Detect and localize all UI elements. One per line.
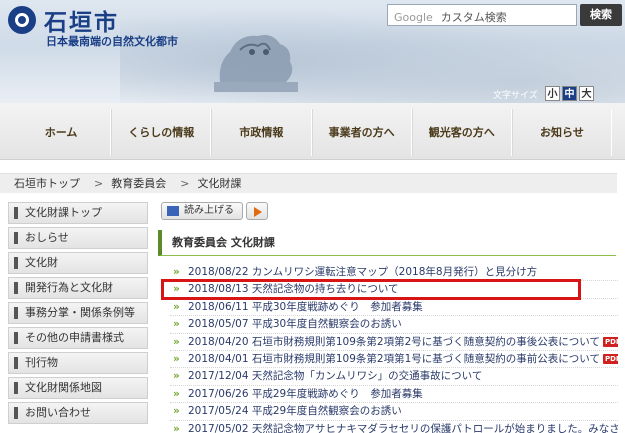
breadcrumb-separator: > [94, 177, 104, 190]
speaker-icon [167, 206, 179, 216]
font-size-large-button[interactable]: 大 [579, 86, 594, 101]
search-brand: Google [394, 11, 433, 24]
search-button[interactable]: 検索 [580, 4, 622, 26]
site-title[interactable]: 石垣市 [44, 3, 119, 37]
news-item[interactable]: 2018/08/13 天然記念物の持ち去りについて [170, 281, 618, 299]
news-item[interactable]: 2017/05/24 平成29年度自然観察会のお誘い [170, 403, 618, 421]
city-emblem-icon[interactable] [8, 6, 36, 34]
sidebar: 文化財課トップ おしらせ 文化財 開発行為と文化財 事務分掌・関係条例等 その他… [8, 202, 148, 427]
play-icon[interactable] [246, 202, 268, 220]
pdf-icon: PDF [602, 353, 618, 364]
sidebar-item-publications[interactable]: 刊行物 [8, 352, 148, 374]
sidebar-item-maps[interactable]: 文化財関係地図 [8, 377, 148, 399]
global-nav: ホーム くらしの情報 市政情報 事業者の方へ 観光客の方へ お知らせ [0, 103, 625, 160]
nav-business[interactable]: 事業者の方へ [311, 109, 412, 156]
sidebar-item-cultural-assets[interactable]: 文化財 [8, 252, 148, 274]
sidebar-item-notices[interactable]: おしらせ [8, 227, 148, 249]
sidebar-item-top[interactable]: 文化財課トップ [8, 202, 148, 224]
sidebar-item-forms[interactable]: その他の申請書様式 [8, 327, 148, 349]
search-input[interactable]: Google カスタム検索 [387, 4, 577, 26]
nav-tourists[interactable]: 観光客の方へ [411, 109, 512, 156]
site-subtitle: 日本最南端の自然文化都市 [46, 35, 178, 48]
font-size-small-button[interactable]: 小 [545, 86, 560, 101]
nav-living-info[interactable]: くらしの情報 [111, 109, 212, 156]
news-item[interactable]: 2017/06/26 平成29年度戦跡めぐり 参加者募集 [170, 386, 618, 404]
nav-home[interactable]: ホーム [12, 109, 112, 156]
news-item[interactable]: 2018/08/22 カンムリワシ運転注意マップ（2018年8月発行）と見分け方 [170, 264, 618, 282]
nav-news[interactable]: お知らせ [511, 109, 613, 156]
shisa-statue-image [214, 35, 298, 92]
news-item[interactable]: 2017/05/02 天然記念物アサヒナキマダラセセリの保護パトロールが始まりま… [170, 421, 618, 433]
page-title: 教育委員会 文化財課 [158, 230, 616, 256]
breadcrumb: 石垣市トップ > 教育委員会 > 文化財課 [0, 173, 617, 193]
sidebar-item-contact[interactable]: お問い合わせ [8, 402, 148, 424]
search-placeholder: カスタム検索 [440, 11, 507, 24]
pdf-icon: PDF [602, 336, 618, 347]
nav-city-info[interactable]: 市政情報 [211, 109, 312, 156]
read-aloud-button[interactable]: 読み上げる [161, 202, 243, 220]
read-aloud-label: 読み上げる [184, 205, 234, 216]
news-item[interactable]: 2018/06/11 平成30年度戦跡めぐり 参加者募集 [170, 299, 618, 317]
news-item[interactable]: 2017/12/04 天然記念物「カンムリワシ」の交通事故について [170, 368, 618, 386]
news-item[interactable]: 2018/05/07 平成30年度自然観察会のお誘い [170, 316, 618, 334]
news-item[interactable]: 2018/04/20 石垣市財務規則第109条第2項第2号に基づく随意契約の事後… [170, 334, 618, 351]
news-list: 2018/08/22 カンムリワシ運転注意マップ（2018年8月発行）と見分け方… [170, 264, 618, 433]
font-size-label: 文字サイズ [493, 91, 538, 101]
news-item[interactable]: 2018/04/01 石垣市財務規則第109条第2項第1号に基づく随意契約の事前… [170, 351, 618, 369]
sidebar-item-duties[interactable]: 事務分掌・関係条例等 [8, 302, 148, 324]
breadcrumb-education[interactable]: 教育委員会 [111, 177, 166, 190]
breadcrumb-current: 文化財課 [197, 177, 242, 190]
sidebar-item-development[interactable]: 開発行為と文化財 [8, 277, 148, 299]
breadcrumb-separator: > [180, 177, 190, 190]
breadcrumb-top[interactable]: 石垣市トップ [14, 177, 80, 190]
font-size-medium-button[interactable]: 中 [562, 86, 577, 101]
site-header: 石垣市 日本最南端の自然文化都市 Google カスタム検索 検索 文字サイズ 小… [0, 0, 625, 103]
